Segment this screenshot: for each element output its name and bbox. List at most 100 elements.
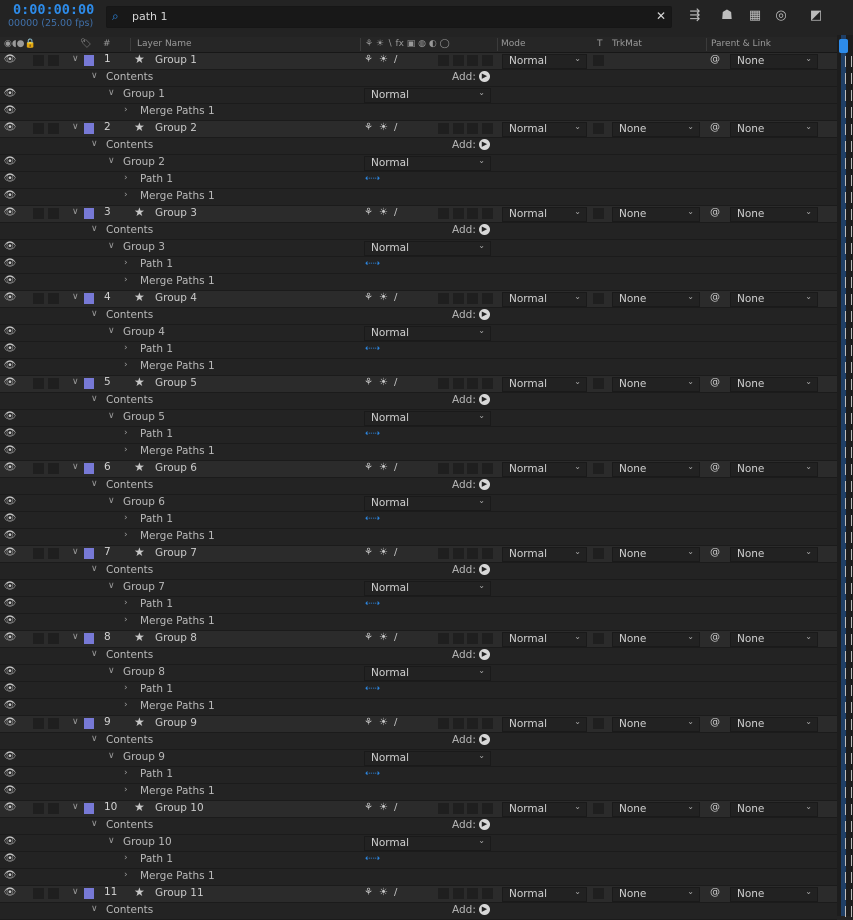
shy-switch-icon[interactable]: ⚘ xyxy=(364,122,373,133)
preserve-transparency-toggle[interactable] xyxy=(593,548,604,559)
layer-duration-marker[interactable] xyxy=(845,260,852,271)
chevron-right-icon[interactable]: › xyxy=(124,343,128,353)
group-row[interactable]: 👁 ∨ Group 6 Normal ⌄ xyxy=(0,495,837,512)
preserve-transparency-toggle[interactable] xyxy=(593,888,604,899)
chevron-down-icon[interactable]: ∨ xyxy=(72,717,79,727)
parent-dropdown[interactable]: None ⌄ xyxy=(730,887,818,902)
switch-cell[interactable] xyxy=(482,803,493,814)
switch-cell[interactable] xyxy=(453,293,464,304)
shy-switch-icon[interactable]: ⚘ xyxy=(364,54,373,65)
group-blend-dropdown[interactable]: Normal ⌄ xyxy=(364,496,491,511)
layer-duration-marker[interactable] xyxy=(845,158,852,169)
switch-cell[interactable] xyxy=(482,378,493,389)
mode-dropdown[interactable]: Normal ⌄ xyxy=(502,292,587,307)
chevron-right-icon[interactable]: › xyxy=(124,173,128,183)
mode-dropdown[interactable]: Normal ⌄ xyxy=(502,122,587,137)
shy-switch-icon[interactable]: ⚘ xyxy=(364,717,373,728)
path-row[interactable]: 👁 › Path 1 ⇠⇢ xyxy=(0,257,837,274)
layer-duration-marker[interactable] xyxy=(845,617,852,628)
path-direction-icon[interactable]: ⇠⇢ xyxy=(365,429,399,440)
quality-switch-icon[interactable]: / xyxy=(394,292,397,303)
preserve-transparency-toggle[interactable] xyxy=(593,55,604,66)
switch-cell[interactable] xyxy=(467,463,478,474)
timecode[interactable]: 0:00:00:00 xyxy=(13,2,94,18)
label-color-swatch[interactable] xyxy=(84,463,94,474)
group-name[interactable]: Group 9 xyxy=(123,751,165,763)
label-color-swatch[interactable] xyxy=(84,378,94,389)
switch-cell[interactable] xyxy=(467,293,478,304)
switch-cell[interactable] xyxy=(453,548,464,559)
merge-paths-name[interactable]: Merge Paths 1 xyxy=(140,360,215,372)
path-direction-icon[interactable]: ⇠⇢ xyxy=(365,344,399,355)
merge-paths-name[interactable]: Merge Paths 1 xyxy=(140,700,215,712)
label-color-swatch[interactable] xyxy=(84,55,94,66)
eye-icon[interactable]: 👁 xyxy=(3,377,17,389)
eye-icon[interactable]: 👁 xyxy=(3,326,17,338)
shy-switch-icon[interactable]: ⚘ xyxy=(364,292,373,303)
layer-duration-marker[interactable] xyxy=(845,498,852,509)
solo-switch[interactable] xyxy=(33,378,44,389)
group-name[interactable]: Group 7 xyxy=(123,581,165,593)
layer-duration-marker[interactable] xyxy=(845,294,852,305)
path-name[interactable]: Path 1 xyxy=(140,598,173,610)
path-row[interactable]: 👁 › Path 1 ⇠⇢ xyxy=(0,682,837,699)
group-row[interactable]: 👁 ∨ Group 8 Normal ⌄ xyxy=(0,665,837,682)
switch-cell[interactable] xyxy=(453,803,464,814)
frame-blending-icon[interactable]: ▦ xyxy=(746,8,764,24)
lock-switch[interactable] xyxy=(48,123,59,134)
merge-row[interactable]: 👁 › Merge Paths 1 xyxy=(0,104,837,121)
lock-switch[interactable] xyxy=(48,888,59,899)
path-name[interactable]: Path 1 xyxy=(140,683,173,695)
mode-dropdown[interactable]: Normal ⌄ xyxy=(502,54,587,69)
path-name[interactable]: Path 1 xyxy=(140,173,173,185)
layer-duration-marker[interactable] xyxy=(845,651,852,662)
chevron-down-icon[interactable]: ∨ xyxy=(108,156,115,166)
eye-icon[interactable]: 👁 xyxy=(3,802,17,814)
eye-icon[interactable]: 👁 xyxy=(3,428,17,440)
current-time-indicator[interactable] xyxy=(839,39,848,53)
layer-row[interactable]: 👁 ∨ 1 ★ Group 1 ⚘ ☀ / Normal ⌄ @ None ⌄ xyxy=(0,52,837,70)
eye-icon[interactable]: 👁 xyxy=(3,768,17,780)
shy-switch-icon[interactable]: ⚘ xyxy=(364,802,373,813)
preserve-transparency-toggle[interactable] xyxy=(593,718,604,729)
chevron-right-icon[interactable]: › xyxy=(124,683,128,693)
preserve-transparency-toggle[interactable] xyxy=(593,633,604,644)
trkmat-dropdown[interactable]: None ⌄ xyxy=(612,547,700,562)
chevron-right-icon[interactable]: › xyxy=(124,513,128,523)
group-name[interactable]: Group 6 xyxy=(123,496,165,508)
parent-dropdown[interactable]: None ⌄ xyxy=(730,632,818,647)
column-t[interactable]: T xyxy=(597,39,603,49)
chevron-down-icon[interactable]: ∨ xyxy=(91,394,98,404)
contents-row[interactable]: ∨ Contents Add: ▶ xyxy=(0,733,837,750)
switch-cell[interactable] xyxy=(438,548,449,559)
layer-row[interactable]: 👁 ∨ 4 ★ Group 4 ⚘ ☀ / Normal ⌄ None ⌄ @ None ⌄ xyxy=(0,290,837,308)
column-parent-link[interactable]: Parent & Link xyxy=(711,39,771,49)
switch-cell[interactable] xyxy=(438,803,449,814)
chevron-right-icon[interactable]: › xyxy=(124,530,128,540)
contents-row[interactable]: ∨ Contents Add: ▶ xyxy=(0,903,837,920)
switch-cell[interactable] xyxy=(467,378,478,389)
eye-icon[interactable]: 👁 xyxy=(3,717,17,729)
layer-duration-marker[interactable] xyxy=(845,413,852,424)
eye-icon[interactable]: 👁 xyxy=(3,411,17,423)
chevron-down-icon[interactable]: ∨ xyxy=(91,479,98,489)
switch-cell[interactable] xyxy=(482,208,493,219)
shy-switch-icon[interactable]: ⚘ xyxy=(364,887,373,898)
quality-switch-icon[interactable]: / xyxy=(394,54,397,65)
merge-row[interactable]: 👁 › Merge Paths 1 xyxy=(0,529,837,546)
solo-switch[interactable] xyxy=(33,55,44,66)
mode-dropdown[interactable]: Normal ⌄ xyxy=(502,462,587,477)
av-features-icons[interactable]: ◉◖●🔒 xyxy=(4,39,36,49)
shy-switch-icon[interactable]: ⚘ xyxy=(364,632,373,643)
search-input[interactable] xyxy=(132,9,652,24)
switch-cell[interactable] xyxy=(482,123,493,134)
preserve-transparency-toggle[interactable] xyxy=(593,208,604,219)
chevron-down-icon[interactable]: ∨ xyxy=(91,564,98,574)
group-blend-dropdown[interactable]: Normal ⌄ xyxy=(364,88,491,103)
add-menu-icon[interactable]: ▶ xyxy=(479,139,490,150)
quality-switch-icon[interactable]: / xyxy=(394,122,397,133)
layer-name[interactable]: Group 10 xyxy=(155,802,204,814)
eye-icon[interactable]: 👁 xyxy=(3,751,17,763)
group-blend-dropdown[interactable]: Normal ⌄ xyxy=(364,241,491,256)
layer-duration-marker[interactable] xyxy=(845,583,852,594)
